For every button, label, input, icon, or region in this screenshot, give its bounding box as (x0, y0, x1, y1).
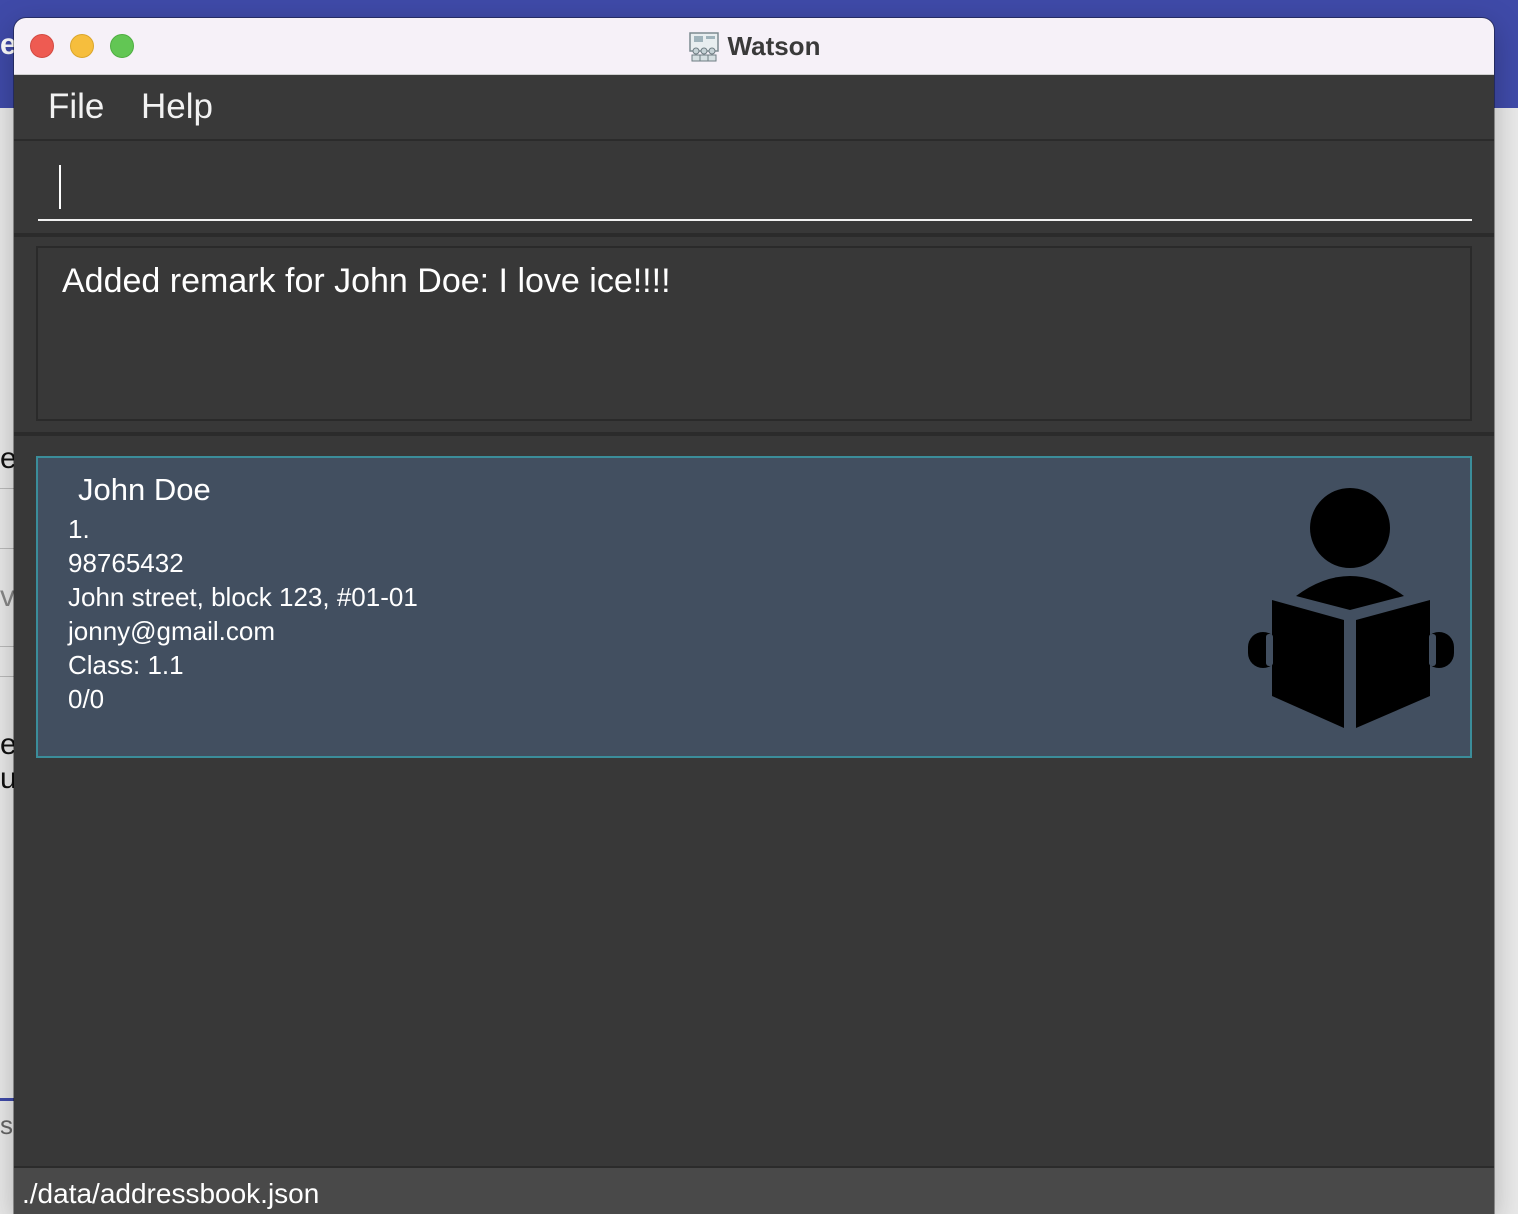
result-display[interactable]: Added remark for John Doe: I love ice!!!… (36, 246, 1472, 421)
menu-help[interactable]: Help (141, 87, 213, 127)
background-divider (0, 1098, 14, 1101)
status-bar: ./data/addressbook.json (14, 1166, 1494, 1214)
student-reading-icon (1246, 484, 1456, 732)
person-class: Class: 1.1 (68, 650, 184, 680)
person-card[interactable]: John Doe 1. 98765432 John street, block … (36, 456, 1472, 758)
person-attendance: 0/0 (68, 684, 105, 714)
title-bar[interactable]: Watson (14, 18, 1494, 75)
person-phone: 98765432 (68, 548, 184, 578)
person-email: jonny@gmail.com (68, 616, 276, 646)
watson-app-icon (688, 30, 720, 62)
background-divider (0, 676, 14, 677)
app-window: Watson File Help Added remark for John D… (14, 18, 1494, 1214)
person-index: 1. (68, 514, 90, 544)
window-title: Watson (727, 30, 821, 61)
person-address: John street, block 123, #01-01 (68, 582, 418, 612)
menu-file[interactable]: File (48, 87, 104, 127)
save-file-path: ./data/addressbook.json (22, 1178, 320, 1209)
result-message: Added remark for John Doe: I love ice!!!… (62, 262, 671, 300)
person-name: John Doe (78, 472, 211, 507)
window-title-group: Watson (14, 18, 1494, 74)
background-text-fragment: s (0, 1110, 13, 1140)
person-list-panel[interactable]: John Doe 1. 98765432 John street, block … (14, 436, 1494, 1166)
menu-bar: File Help (14, 75, 1494, 141)
command-input[interactable] (38, 151, 1472, 221)
background-divider (0, 488, 14, 489)
panel-divider (14, 233, 1494, 237)
command-box-panel (14, 141, 1494, 235)
background-divider (0, 548, 14, 549)
background-divider (0, 646, 14, 647)
text-caret (59, 165, 61, 209)
